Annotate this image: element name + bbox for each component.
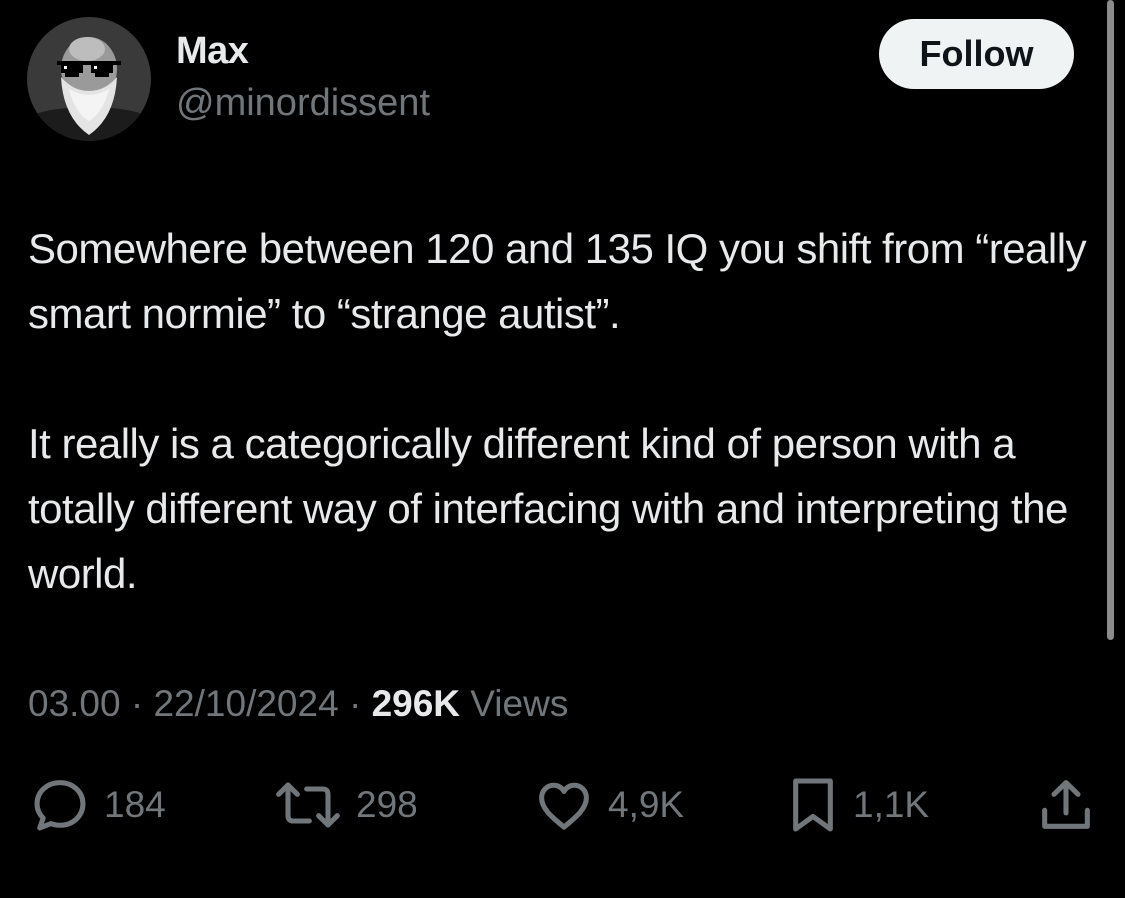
scrollbar[interactable]	[1107, 0, 1114, 640]
avatar-image	[27, 17, 151, 141]
repost-button[interactable]: 298	[272, 770, 418, 840]
like-count: 4,9K	[608, 784, 685, 825]
share-button[interactable]	[1034, 770, 1098, 840]
views-label: Views	[460, 683, 569, 724]
tweet-date[interactable]: 22/10/2024	[153, 683, 338, 724]
tweet-text: Somewhere between 120 and 135 IQ you shi…	[28, 216, 1103, 606]
bookmark-count: 1,1K	[853, 784, 930, 825]
avatar[interactable]	[27, 17, 151, 141]
author-handle[interactable]: @minordissent	[176, 82, 430, 125]
author-display-name[interactable]: Max	[176, 30, 249, 73]
repost-icon	[276, 782, 340, 828]
views-count[interactable]: 296K	[372, 683, 460, 724]
tweet-paragraph: Somewhere between 120 and 135 IQ you shi…	[28, 225, 1087, 337]
meta-separator: ·	[338, 683, 372, 724]
tweet-meta: 03.00 · 22/10/2024 · 296K Views	[28, 683, 568, 725]
bookmark-button[interactable]: 1,1K	[785, 770, 929, 840]
follow-button[interactable]: Follow	[879, 19, 1074, 89]
tweet-time[interactable]: 03.00	[28, 683, 121, 724]
share-icon	[1042, 780, 1090, 829]
action-bar: 184 298 4,9K 1,1K	[0, 770, 1125, 840]
reply-icon	[34, 780, 86, 831]
reply-button[interactable]: 184	[28, 770, 166, 840]
meta-separator: ·	[120, 683, 154, 724]
like-icon	[539, 782, 589, 830]
tweet-paragraph: It really is a categorically different k…	[28, 420, 1068, 597]
bookmark-icon	[793, 778, 833, 832]
repost-count: 298	[356, 784, 418, 825]
reply-count: 184	[104, 784, 166, 825]
like-button[interactable]: 4,9K	[532, 770, 684, 840]
